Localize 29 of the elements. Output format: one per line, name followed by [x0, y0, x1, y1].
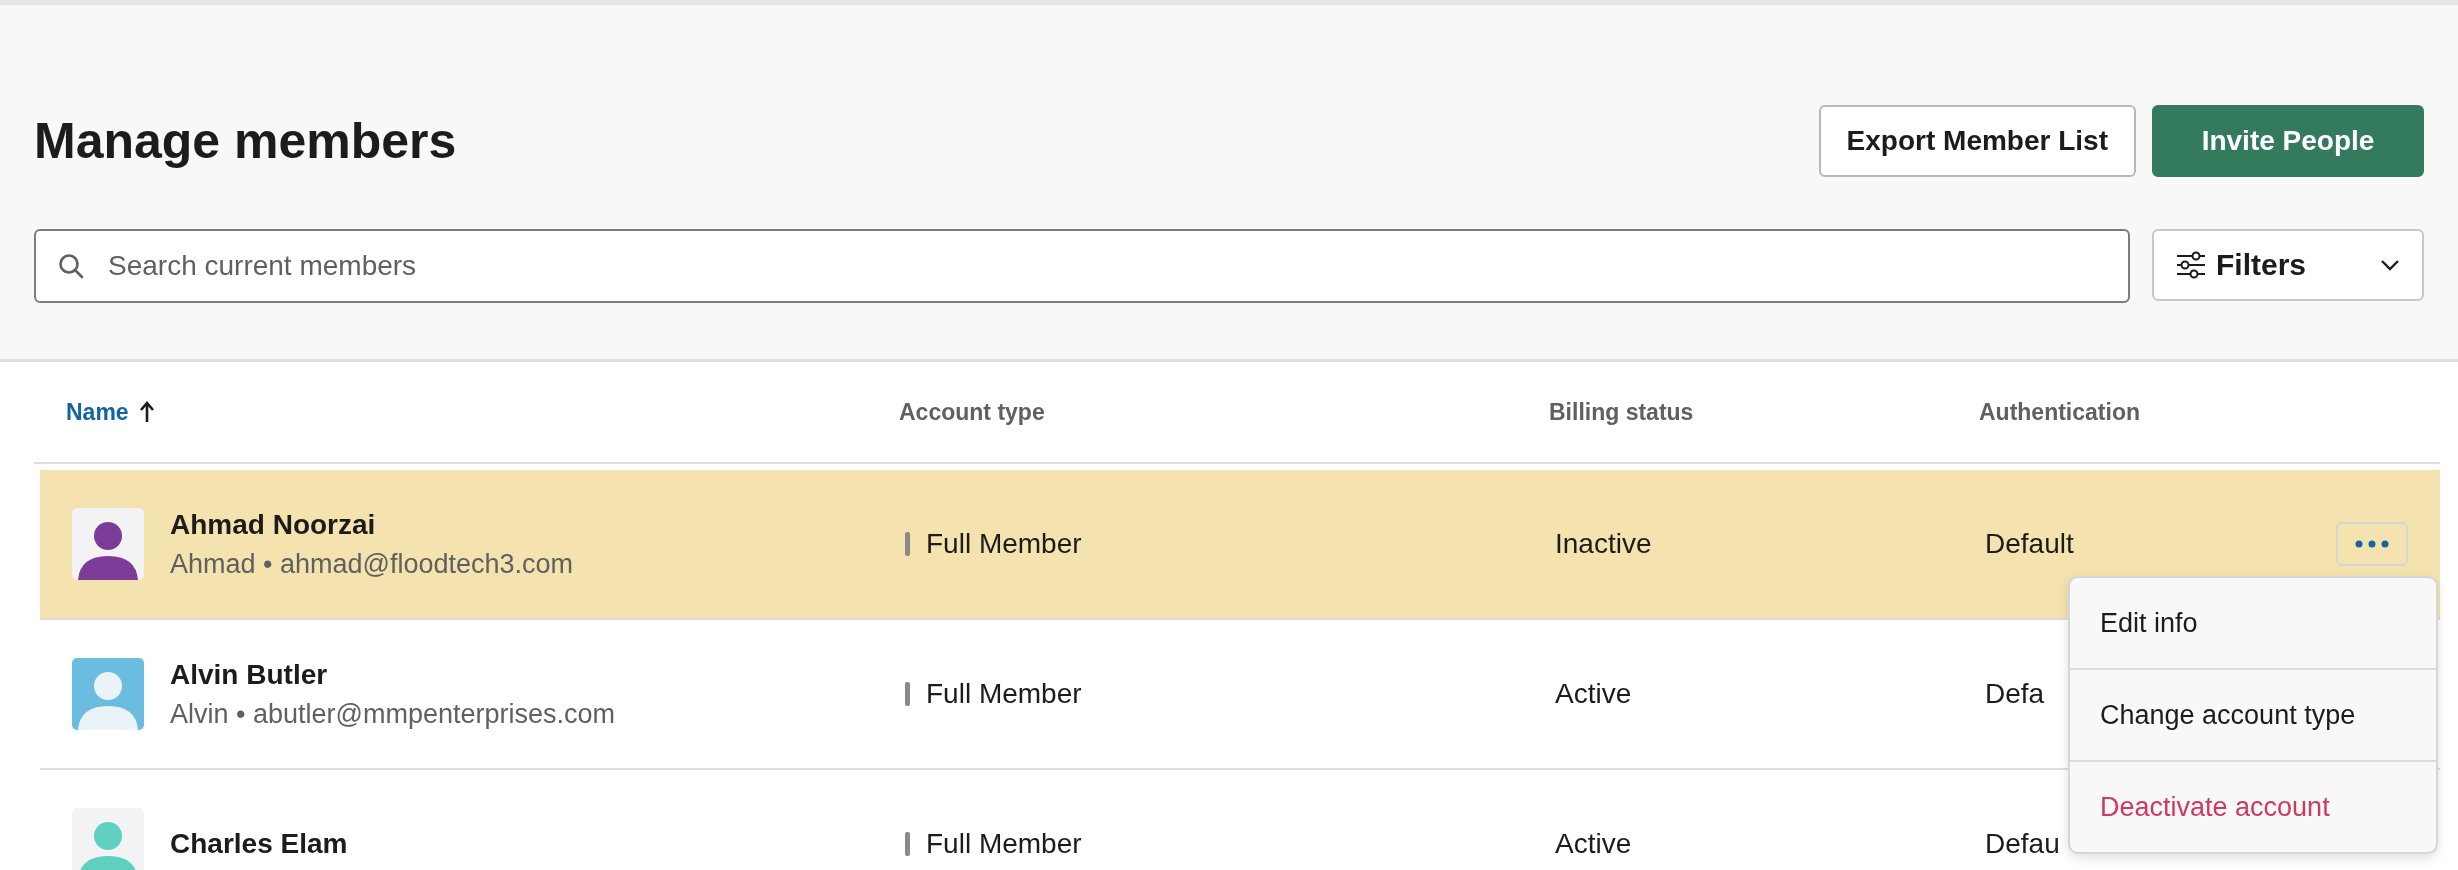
account-type: Full Member	[926, 528, 1082, 560]
member-detail: Ahmad • ahmad@floodtech3.com	[170, 548, 574, 580]
role-bar-icon	[905, 532, 910, 556]
column-header[interactable]: Authentication	[1979, 398, 2140, 426]
export-button[interactable]: Export Member List	[1818, 105, 2136, 177]
ellipsis-icon	[2355, 540, 2389, 548]
billing-status: Active	[1555, 678, 1632, 709]
more-actions-button[interactable]	[2336, 522, 2408, 566]
role-bar-icon	[905, 832, 910, 856]
column-header[interactable]: Name	[66, 398, 129, 426]
role-bar-icon	[905, 682, 910, 706]
account-type: Full Member	[926, 678, 1082, 710]
authentication: Defa	[1985, 678, 2045, 710]
member-name: Ahmad Noorzai	[170, 508, 377, 541]
filters-dropdown[interactable]: Filters	[2152, 229, 2424, 301]
page-title: Manage members	[34, 112, 458, 170]
search-field[interactable]: Search current members	[34, 229, 2130, 303]
sliders-icon	[2176, 251, 2206, 279]
column-header[interactable]: Billing status	[1549, 398, 1694, 426]
menu-item[interactable]: Edit info	[2070, 578, 2436, 670]
authentication: Default	[1985, 528, 2074, 560]
member-detail: Alvin • abutler@mmpenterprises.com	[170, 698, 615, 730]
menu-item[interactable]: Change account type	[2070, 670, 2436, 762]
column-header[interactable]: Account type	[899, 398, 1045, 426]
chevron-down-icon	[2380, 259, 2400, 271]
invite-button[interactable]: Invite People	[2152, 105, 2424, 177]
member-name: Alvin Butler	[170, 658, 329, 691]
billing-status: Inactive	[1555, 528, 1652, 559]
sort-up-arrow-icon	[138, 401, 155, 423]
